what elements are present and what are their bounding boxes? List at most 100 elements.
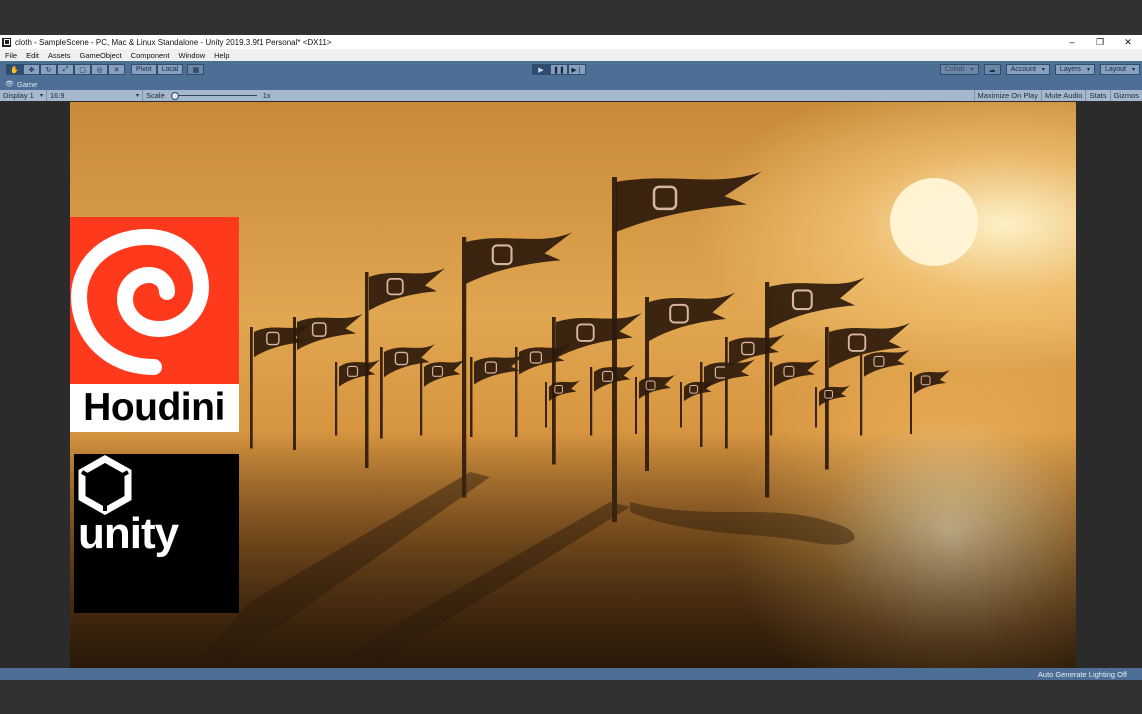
- grid-snap-icon: ▦: [192, 66, 200, 74]
- menu-edit[interactable]: Edit: [26, 51, 39, 60]
- flag-cloth: [519, 344, 570, 375]
- chevron-down-icon: ▾: [1041, 67, 1045, 73]
- chevron-down-icon: ▾: [1131, 67, 1135, 73]
- game-view-icon: 👁: [5, 81, 14, 88]
- flag-pole: [815, 387, 817, 428]
- flag-cloth: [729, 333, 785, 368]
- layout-label: Layout: [1104, 66, 1126, 73]
- menu-gameobject[interactable]: GameObject: [80, 51, 122, 60]
- custom-tool-button[interactable]: ✕: [108, 64, 125, 75]
- flag-cloth: [864, 349, 910, 377]
- play-controls: ▶ ❚❚ ▶❘: [532, 64, 586, 75]
- flag-cloth: [556, 312, 642, 359]
- flag-pole: [250, 327, 253, 449]
- game-render: Houdini unity: [70, 102, 1076, 668]
- flag-cloth: [914, 369, 950, 394]
- flag-pole: [590, 367, 593, 436]
- houdini-wordmark: Houdini: [70, 384, 239, 432]
- chevron-down-icon: ▾: [135, 93, 139, 99]
- menu-assets[interactable]: Assets: [48, 51, 71, 60]
- flag-pole: [765, 282, 770, 498]
- flag-pole: [470, 357, 473, 437]
- flag-pole: [635, 377, 637, 434]
- maximize-on-play-toggle[interactable]: Maximize On Play: [973, 90, 1041, 101]
- layout-dropdown[interactable]: Layout ▾: [1099, 64, 1140, 75]
- account-label: Account: [1010, 66, 1036, 73]
- flag-cloth: [297, 313, 363, 350]
- game-tab-row: 👁 Game: [0, 78, 1142, 90]
- flag-cloth: [424, 359, 465, 387]
- account-dropdown[interactable]: Account ▾: [1005, 64, 1050, 75]
- scale-tool-button[interactable]: ⤢: [57, 64, 74, 75]
- menu-window[interactable]: Window: [178, 51, 205, 60]
- step-icon: ▶❘: [571, 66, 583, 74]
- menu-component[interactable]: Component: [131, 51, 170, 60]
- move-tool-button[interactable]: ✥: [23, 64, 40, 75]
- flag-pole: [515, 347, 518, 437]
- flag-pole: [335, 362, 338, 436]
- collab-label: Collab: [944, 66, 965, 73]
- aspect-label: 16:9: [50, 91, 65, 100]
- letterbox-bottom: [0, 680, 1142, 714]
- flag-cloth: [616, 171, 762, 232]
- display-dropdown[interactable]: Display 1 ▾: [0, 90, 47, 101]
- close-button[interactable]: ✕: [1114, 35, 1142, 49]
- tab-game[interactable]: Game: [17, 80, 37, 89]
- flag-pole: [725, 337, 728, 449]
- scale-slider-handle[interactable]: [170, 92, 179, 100]
- flag-pole: [545, 382, 547, 428]
- rotate-tool-button[interactable]: ↻: [40, 64, 57, 75]
- flag-pole: [380, 347, 383, 439]
- layers-dropdown[interactable]: Layers ▾: [1054, 64, 1095, 75]
- minimize-button[interactable]: –: [1058, 35, 1086, 49]
- game-view-toolbar: Display 1 ▾ 16:9 ▾ Scale 1x Maximize On Pl…: [0, 90, 1142, 101]
- rect-tool-button[interactable]: ▢: [74, 64, 91, 75]
- custom-tool-icon: ✕: [113, 66, 120, 74]
- menu-help[interactable]: Help: [214, 51, 229, 60]
- rotate-tool-icon: ↻: [45, 66, 52, 74]
- flag-pole: [420, 362, 423, 436]
- move-tool-icon: ✥: [28, 66, 35, 74]
- right-toolbar: Collab ▾ ☁ Account ▾ Layers ▾ Layout ▾: [935, 64, 1140, 75]
- scale-slider[interactable]: [170, 92, 257, 100]
- collab-dropdown[interactable]: Collab ▾: [939, 64, 979, 75]
- maximize-button[interactable]: ❐: [1086, 35, 1114, 49]
- mute-audio-toggle[interactable]: Mute Audio: [1040, 90, 1086, 101]
- sun: [890, 178, 978, 266]
- snap-button[interactable]: ▦: [187, 64, 205, 75]
- menu-file[interactable]: File: [5, 51, 17, 60]
- hand-tool-button[interactable]: ✋: [6, 64, 23, 75]
- letterbox-top: [0, 0, 1142, 35]
- aspect-dropdown[interactable]: 16:9 ▾: [47, 90, 143, 101]
- flag-cloth: [774, 359, 820, 387]
- scale-value: 1x: [262, 91, 271, 100]
- pivot-toggle[interactable]: Pivot: [131, 64, 157, 75]
- status-bar: Auto Generate Lighting Off: [0, 668, 1142, 680]
- flag-cloth: [819, 385, 850, 407]
- title-bar: cloth - SampleScene - PC, Mac & Linux St…: [0, 35, 1142, 49]
- step-button[interactable]: ▶❘: [568, 64, 586, 75]
- rect-tool-icon: ▢: [79, 66, 86, 74]
- flag-cloth: [649, 292, 735, 341]
- game-view-options: Maximize On Play Mute Audio Stats Gizmos: [973, 90, 1142, 101]
- transform-tool-button[interactable]: ◎: [91, 64, 108, 75]
- flag-pole: [680, 382, 682, 428]
- flag-pole: [860, 352, 863, 436]
- stats-toggle[interactable]: Stats: [1085, 90, 1109, 101]
- window-controls: – ❐ ✕: [1058, 35, 1142, 49]
- cloud-button[interactable]: ☁: [983, 64, 1001, 75]
- pause-button[interactable]: ❚❚: [550, 64, 568, 75]
- local-toggle[interactable]: Local: [156, 64, 184, 75]
- flag-pole: [770, 362, 773, 436]
- unity-app-icon: [2, 37, 11, 47]
- pivot-group: Pivot Local ▦: [131, 64, 205, 75]
- flag-cloth: [339, 359, 380, 387]
- unity-cube-icon: [78, 454, 132, 516]
- layers-label: Layers: [1059, 66, 1081, 73]
- gizmos-dropdown[interactable]: Gizmos: [1109, 90, 1142, 101]
- lighting-status[interactable]: Auto Generate Lighting Off: [1038, 670, 1127, 679]
- flag-cloth: [369, 268, 445, 311]
- transform-tool-icon: ◎: [96, 66, 103, 74]
- chevron-down-icon: ▾: [1086, 67, 1090, 73]
- play-button[interactable]: ▶: [532, 64, 550, 75]
